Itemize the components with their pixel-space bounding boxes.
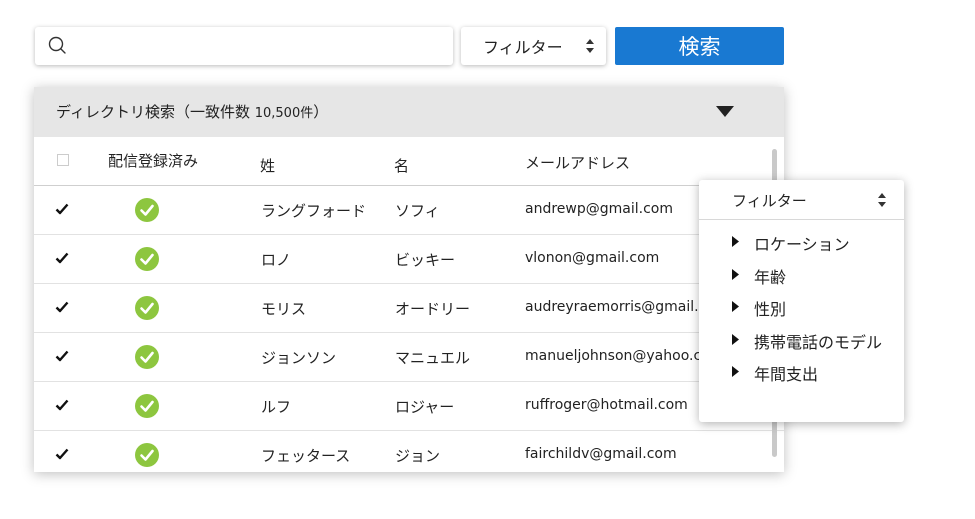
checkmark-icon[interactable] (55, 202, 69, 216)
first-name-cell: ビッキー (395, 251, 456, 269)
filter-option[interactable]: ロケーション (732, 230, 902, 254)
column-header-registered[interactable]: 配信登録済み (108, 150, 198, 171)
last-name-cell: ルフ (261, 398, 292, 416)
check-circle-icon (135, 443, 159, 467)
first-name-cell: ジョン (395, 447, 441, 465)
filter-option-label: ロケーション (754, 235, 850, 254)
filter-select-label: フィルター (483, 38, 563, 57)
search-button[interactable]: 検索 (615, 27, 784, 65)
filter-option-label: 性別 (754, 300, 787, 319)
caret-right-icon (732, 236, 739, 247)
checkmark-icon[interactable] (55, 447, 69, 461)
directory-header: ディレクトリ検索（一致件数 10,500件） (34, 87, 784, 137)
table-row[interactable]: モリス オードリー audreyraemorris@gmail.com (34, 284, 784, 333)
search-icon (48, 36, 66, 54)
first-name-cell: オードリー (395, 300, 471, 318)
last-name-cell: フェッタース (261, 447, 351, 465)
caret-down-icon[interactable] (716, 106, 734, 118)
filter-popup-select[interactable]: フィルター (699, 180, 904, 220)
caret-right-icon (732, 268, 739, 280)
email-cell: fairchildv@gmail.com (525, 446, 677, 462)
up-down-arrows-icon (878, 193, 886, 207)
checkmark-icon[interactable] (55, 349, 69, 363)
search-input[interactable] (75, 31, 449, 63)
first-name-cell: ソフィ (395, 202, 440, 220)
caret-right-icon (732, 366, 739, 377)
match-count: 10,500件 (254, 106, 314, 121)
directory-title: ディレクトリ検索（一致件数 10,500件） (56, 103, 329, 121)
table-row[interactable]: ルフ ロジャー ruffroger@hotmail.com (34, 382, 784, 431)
email-cell: ruffroger@hotmail.com (525, 397, 688, 413)
check-circle-icon (135, 296, 159, 320)
first-name-cell: ロジャー (395, 398, 455, 416)
filter-option[interactable]: 性別 (732, 295, 902, 319)
table-row[interactable]: ラングフォード ソフィ andrewp@gmail.com (34, 186, 784, 235)
up-down-arrows-icon (586, 39, 594, 53)
checkmark-icon[interactable] (55, 300, 69, 314)
last-name-cell: ロノ (261, 251, 292, 269)
filter-select[interactable]: フィルター (461, 27, 606, 65)
caret-right-icon (732, 301, 739, 312)
column-header-email[interactable]: メールアドレス (525, 152, 630, 173)
select-all-checkbox[interactable] (57, 154, 69, 166)
first-name-cell: マニュエル (395, 349, 471, 367)
column-header-last-name[interactable]: 姓 (260, 155, 275, 176)
last-name-cell: ジョンソン (261, 349, 337, 367)
filter-option-label: 携帯電話のモデル (754, 332, 883, 352)
table-row[interactable]: フェッタース ジョン fairchildv@gmail.com (34, 431, 784, 472)
caret-right-icon (732, 333, 739, 345)
email-cell: vlonon@gmail.com (525, 250, 660, 266)
filter-option[interactable]: 携帯電話のモデル (732, 328, 902, 352)
checkmark-icon[interactable] (55, 398, 69, 412)
email-cell: andrewp@gmail.com (525, 201, 673, 217)
check-circle-icon (135, 394, 159, 418)
filter-option[interactable]: 年間支出 (732, 360, 902, 384)
table-row[interactable]: ジョンソン マニュエル manueljohnson@yahoo.com (34, 333, 784, 382)
table-header: 配信登録済み 姓 名 メールアドレス (34, 137, 784, 186)
check-circle-icon (135, 345, 159, 369)
check-circle-icon (135, 198, 159, 222)
filter-option[interactable]: 年齢 (732, 263, 902, 287)
filter-popup: フィルター ロケーション 年齢性別携帯電話のモデル 年間支出 (699, 180, 904, 422)
filter-popup-title: フィルター (732, 192, 807, 210)
email-cell: manueljohnson@yahoo.com (525, 348, 724, 364)
filter-option-label: 年間支出 (754, 365, 819, 384)
column-header-first-name[interactable]: 名 (394, 155, 409, 176)
directory-panel: ディレクトリ検索（一致件数 10,500件） 配信登録済み 姓 名 メールアドレ… (34, 87, 784, 472)
table-row[interactable]: ロノ ビッキー vlonon@gmail.com (34, 235, 784, 284)
email-cell: audreyraemorris@gmail.com (525, 299, 729, 315)
last-name-cell: モリス (261, 300, 307, 318)
last-name-cell: ラングフォード (261, 202, 367, 220)
search-box[interactable] (35, 27, 453, 65)
check-circle-icon (135, 247, 159, 271)
checkmark-icon[interactable] (55, 251, 69, 265)
filter-option-label: 年齢 (754, 267, 787, 287)
